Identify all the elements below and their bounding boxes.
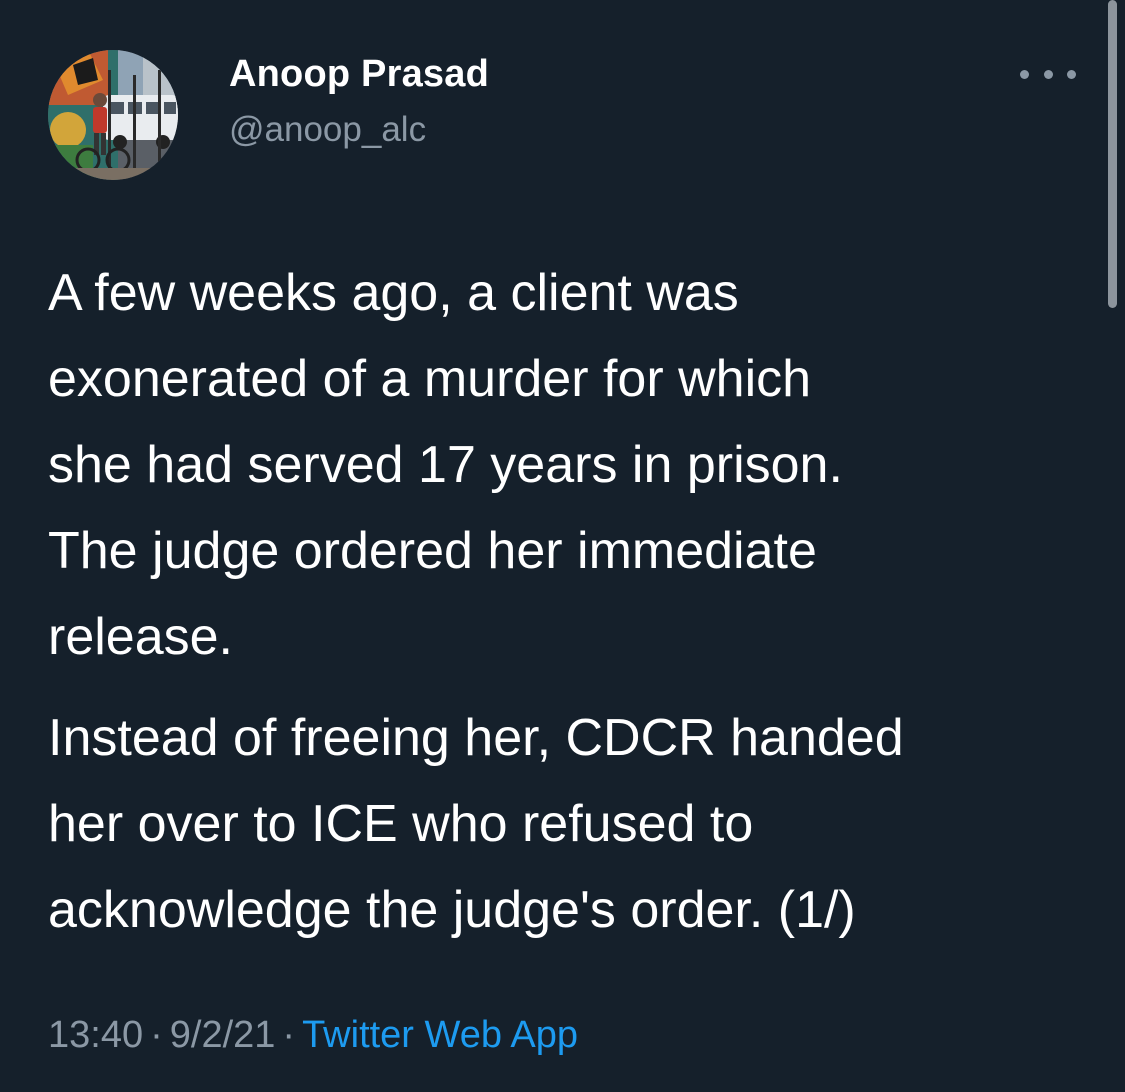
meta-separator: ·: [150, 1014, 163, 1056]
tweet-line: A few weeks ago, a client was: [48, 264, 739, 322]
tweet-line: Instead of freeing her, CDCR handed: [48, 709, 904, 767]
tweet-line: her over to ICE who refused to: [48, 795, 754, 853]
tweet-paragraph-1: A few weeks ago, a client was exonerated…: [48, 250, 1093, 680]
tweet-source-link[interactable]: Twitter Web App: [302, 1014, 578, 1056]
tweet-line: she had served 17 years in prison.: [48, 436, 843, 494]
more-options-button[interactable]: [1020, 60, 1076, 88]
tweet-line: release.: [48, 608, 233, 666]
author-display-name[interactable]: Anoop Prasad: [229, 53, 489, 96]
tweet-line: exonerated of a murder for which: [48, 350, 812, 408]
tweet-text: A few weeks ago, a client was exonerated…: [48, 250, 1093, 953]
profile-photo-mural: [48, 50, 178, 180]
tweet-date[interactable]: 9/2/21: [170, 1014, 276, 1056]
tweet-paragraph-2: Instead of freeing her, CDCR handed her …: [48, 695, 1093, 953]
tweet-line: The judge ordered her immediate: [48, 522, 817, 580]
more-horizontal-icon: [1020, 69, 1029, 79]
tweet-card: Anoop Prasad @anoop_alc A few weeks ago,…: [0, 0, 1125, 1092]
tweet-line: acknowledge the judge's order. (1/): [48, 881, 856, 939]
more-horizontal-icon-dot-2: [1043, 69, 1053, 79]
scrollbar-thumb[interactable]: [1108, 0, 1117, 308]
more-horizontal-icon-dot-3: [1067, 69, 1076, 79]
tweet-metadata: 13:40 · 9/2/21 · Twitter Web App: [48, 1014, 578, 1057]
avatar[interactable]: [48, 50, 178, 180]
tweet-time[interactable]: 13:40: [48, 1014, 143, 1056]
author-handle[interactable]: @anoop_alc: [229, 110, 426, 150]
meta-separator: ·: [282, 1014, 296, 1056]
